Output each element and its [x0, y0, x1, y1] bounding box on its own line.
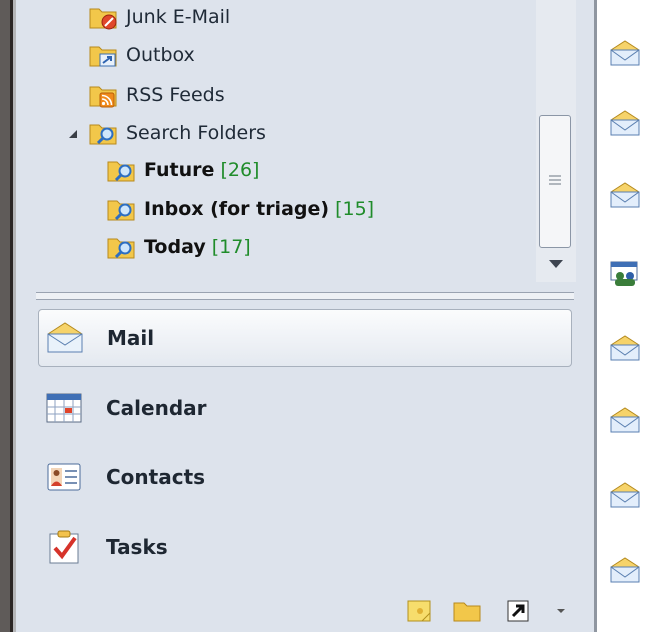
- window-edge: [0, 0, 10, 632]
- search-folder-icon: [89, 124, 117, 145]
- configure-buttons-chevron-icon[interactable]: [554, 596, 568, 624]
- nav-label: Contacts: [106, 465, 206, 489]
- shortcuts-icon[interactable]: [505, 596, 531, 624]
- nav-label: Tasks: [106, 535, 168, 559]
- folder-junk-email[interactable]: Junk E-Mail: [88, 0, 230, 34]
- grip-icon: [549, 175, 561, 185]
- message-read-icon: [610, 335, 640, 361]
- search-folder-today[interactable]: Today [17]: [106, 230, 251, 264]
- message-read-icon: [610, 182, 640, 208]
- meeting-request-icon: [610, 261, 638, 286]
- folder-outbox[interactable]: Outbox: [88, 38, 195, 72]
- nav-tasks-button[interactable]: Tasks: [38, 518, 572, 576]
- nav-mail-button[interactable]: Mail: [38, 309, 572, 367]
- message-read-icon: [610, 557, 640, 583]
- folder-label: Outbox: [126, 44, 195, 66]
- folder-label: Junk E-Mail: [126, 6, 231, 28]
- folder-rss-feeds[interactable]: RSS Feeds: [88, 78, 225, 112]
- folder-label: Future: [144, 159, 215, 181]
- junk-folder-icon: [89, 8, 117, 30]
- mail-icon: [47, 322, 83, 353]
- unread-count: [26]: [220, 159, 260, 181]
- nav-calendar-button[interactable]: Calendar: [38, 379, 572, 437]
- calendar-icon: [46, 393, 82, 423]
- contacts-icon: [47, 463, 81, 491]
- folder-search-folders[interactable]: Search Folders: [88, 116, 266, 150]
- search-folder-icon: [107, 200, 135, 221]
- outbox-folder-icon: [89, 46, 117, 67]
- nav-label: Calendar: [106, 396, 207, 420]
- folder-label: Inbox (for triage): [144, 198, 330, 220]
- scroll-down-arrow-icon[interactable]: [549, 260, 563, 268]
- search-folder-icon: [107, 238, 135, 259]
- rss-folder-icon: [89, 86, 117, 108]
- collapse-triangle-icon[interactable]: [66, 127, 80, 141]
- tasks-icon: [49, 530, 79, 564]
- nav-label: Mail: [107, 326, 155, 350]
- folder-list-icon[interactable]: [452, 596, 482, 624]
- search-folder-inbox-triage[interactable]: Inbox (for triage) [15]: [106, 192, 374, 226]
- message-read-icon: [610, 40, 640, 66]
- nav-contacts-button[interactable]: Contacts: [38, 448, 572, 506]
- message-read-icon: [610, 482, 640, 508]
- search-folder-future[interactable]: Future [26]: [106, 153, 259, 187]
- pane-divider[interactable]: [594, 0, 597, 632]
- scrollbar-thumb[interactable]: [539, 115, 571, 248]
- message-read-icon: [610, 110, 640, 136]
- pane-splitter[interactable]: [36, 292, 574, 300]
- folder-label: Search Folders: [126, 122, 266, 144]
- unread-count: [17]: [211, 236, 251, 258]
- window-edge-light: [13, 0, 16, 632]
- unread-count: [15]: [335, 198, 375, 220]
- notes-icon[interactable]: [406, 596, 432, 624]
- folder-label: RSS Feeds: [126, 84, 225, 106]
- message-read-icon: [610, 407, 640, 433]
- folder-label: Today: [144, 236, 206, 258]
- search-folder-icon: [107, 161, 135, 182]
